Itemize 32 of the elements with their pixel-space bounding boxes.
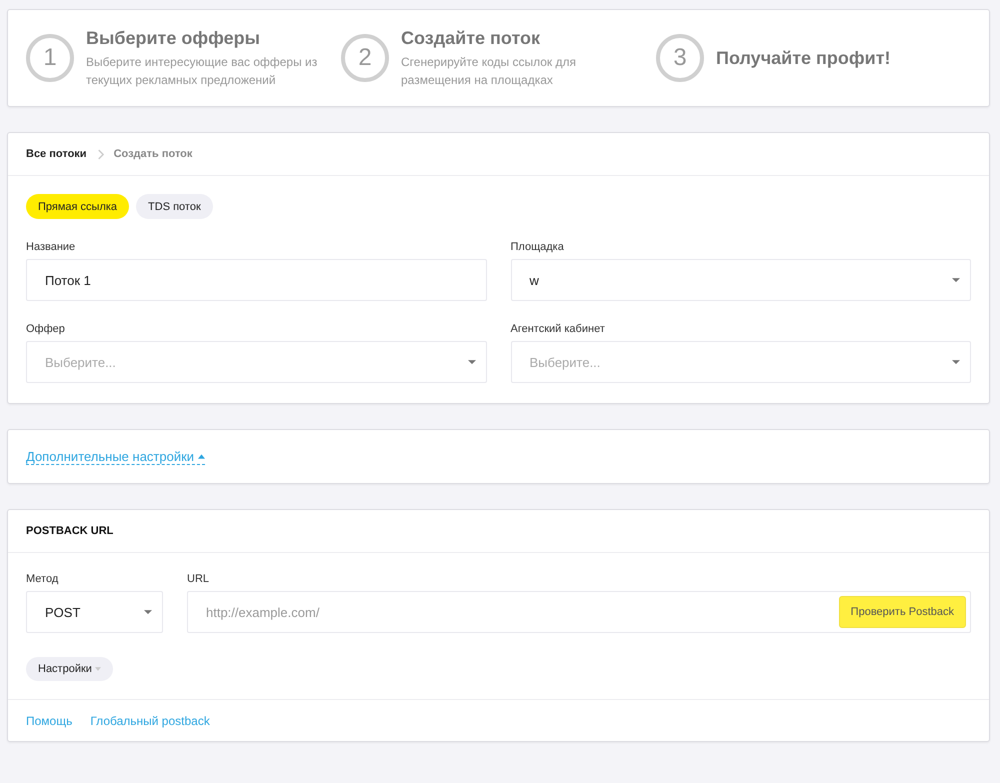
step-title: Получайте профит! [716,48,891,68]
caret-up-icon [198,454,206,458]
input-field[interactable]: Поток 1 [26,259,486,301]
settings-button[interactable]: Настройки [26,657,113,681]
breadcrumb-link[interactable]: Создать поток [114,148,192,160]
step-title: Выберите офферы [86,28,262,48]
breadcrumb-link[interactable]: Все потоки [26,148,87,160]
caret-down-icon [952,360,960,364]
chevron-right-icon [96,148,104,160]
field-label: Агентский кабинет [510,323,606,335]
step-description: Выберите интересующие вас офферы из текущих рекламных предложений [86,54,318,88]
caret-down-icon [952,278,960,282]
flow-type-tab[interactable]: TDS поток [136,194,213,219]
field-label: URL [187,573,210,585]
step-number: 1 [26,34,74,82]
check-postback-button[interactable]: Проверить Postback [838,596,966,628]
step-description: Сгенерируйте коды ссылок для размещения на площадках [401,54,578,88]
field-label: Площадка [510,241,565,253]
step-title: Создайте поток [401,28,542,48]
url-input-field[interactable]: http://example.com/ Проверить Postback [187,591,971,633]
caret-down-icon [94,667,101,671]
caret-down-icon [144,610,152,614]
step-number: 2 [341,34,389,82]
caret-down-icon [468,360,476,364]
step-number: 3 [656,34,704,82]
select-field[interactable]: w [510,259,971,301]
section-title: POSTBACK URL [26,525,114,537]
field-label: Метод [26,573,60,585]
flow-type-tab[interactable]: Прямая ссылка [26,194,130,219]
select-field[interactable]: POST [26,591,163,633]
field-label: Название [26,241,76,253]
field-label: Оффер [26,323,66,335]
